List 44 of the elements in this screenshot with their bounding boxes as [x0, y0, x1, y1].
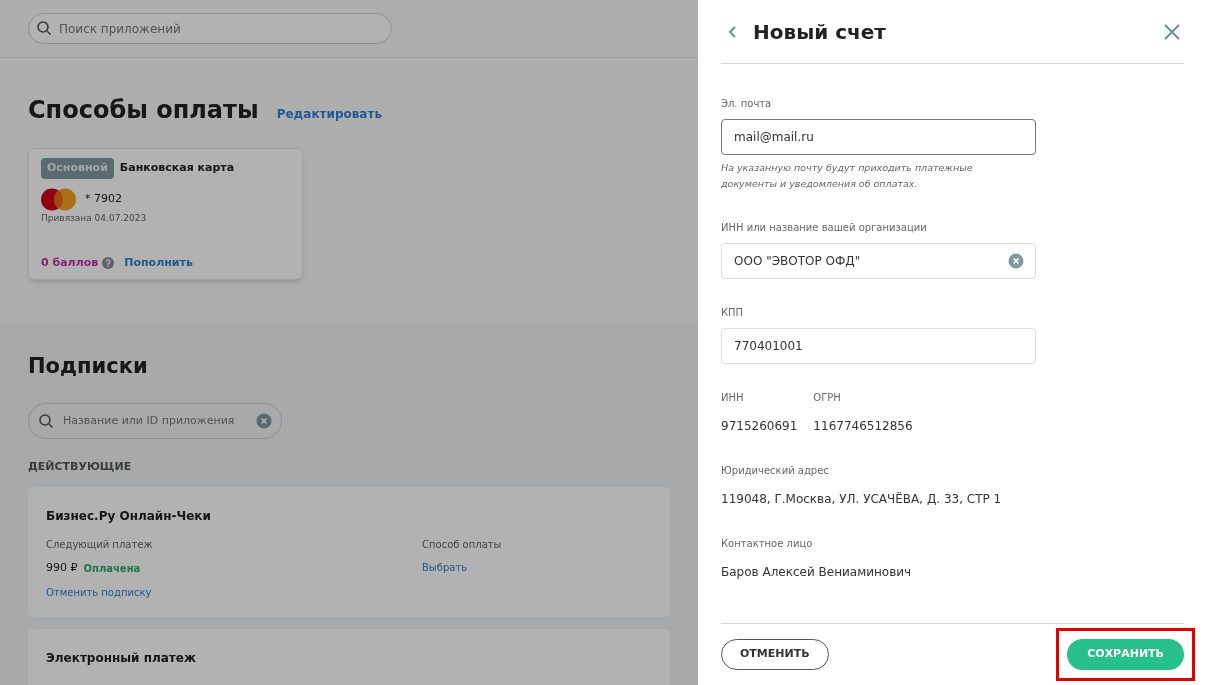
points-balance: 0 баллов — [41, 254, 99, 271]
field-label: ОГРН — [813, 391, 842, 405]
close-button[interactable] — [1163, 22, 1181, 41]
cancel-subscription-link[interactable]: Отменить подписку — [46, 584, 422, 600]
section-title: Подписки — [28, 353, 149, 380]
clear-icon[interactable] — [256, 412, 272, 429]
email-field[interactable]: mail@mail.ru — [721, 119, 1036, 155]
field-label: Эл. почта — [721, 97, 773, 111]
field-label: Юридический адрес — [721, 464, 830, 478]
search-icon — [36, 20, 52, 36]
cancel-button[interactable]: ОТМЕНИТЬ — [721, 639, 829, 670]
card-number: * 7902 — [85, 190, 122, 207]
primary-badge: Основной — [41, 158, 114, 179]
help-icon[interactable] — [102, 256, 115, 269]
panel-title: Новый счет — [753, 18, 887, 46]
choose-link[interactable]: Выбрать — [422, 560, 652, 575]
field-value: 9715260691 — [721, 418, 798, 435]
subscription-name: Бизнес.Ру Онлайн-Чеки — [46, 508, 212, 525]
price: 990 ₽ — [46, 560, 78, 576]
organization-field[interactable]: ООО "ЭВОТОР ОФД" — [721, 243, 1036, 279]
search-icon — [38, 412, 54, 429]
field-label: ИНН — [721, 391, 745, 405]
payment-card[interactable]: Основной Банковская карта * 7902 Привязана 04.07.2023 0 баллов Пополнить — [28, 148, 303, 280]
card-linked-date: Привязана 04.07.2023 — [41, 211, 148, 225]
field-value: 1167746512856 — [813, 418, 913, 435]
clear-icon[interactable] — [1008, 253, 1024, 269]
field-value: 119048, Г.Москва, УЛ. УСАЧЁВА, Д. 33, СТР 1 — [721, 491, 1003, 508]
card-logo-icon — [41, 187, 77, 211]
section-title: Способы оплаты — [28, 95, 259, 126]
field-label: Контактное лицо — [721, 537, 814, 551]
kpp-field[interactable]: 770401001 — [721, 328, 1036, 364]
payment-status: Оплачена — [83, 561, 141, 576]
field-label: Следующий платеж — [46, 538, 154, 552]
section-label: ДЕЙСТВУЮЩИЕ — [28, 458, 133, 475]
card-type: Банковская карта — [119, 160, 235, 176]
field-hint: На указанную почту будут приходить платежные документы и уведомления об оплатах. — [721, 161, 974, 191]
field-label: ИНН или название вашей организации — [721, 221, 928, 235]
subscription-name: Электронный платеж — [46, 650, 197, 667]
app-search-field[interactable]: Поиск приложений — [28, 13, 392, 44]
subscription-search-field[interactable]: Название или ID приложения — [28, 402, 282, 439]
field-value: Баров Алексей Вениаминович — [721, 564, 913, 581]
field-label: КПП — [721, 306, 745, 320]
field-label: Способ оплаты — [422, 538, 503, 552]
back-button[interactable] — [728, 24, 738, 39]
